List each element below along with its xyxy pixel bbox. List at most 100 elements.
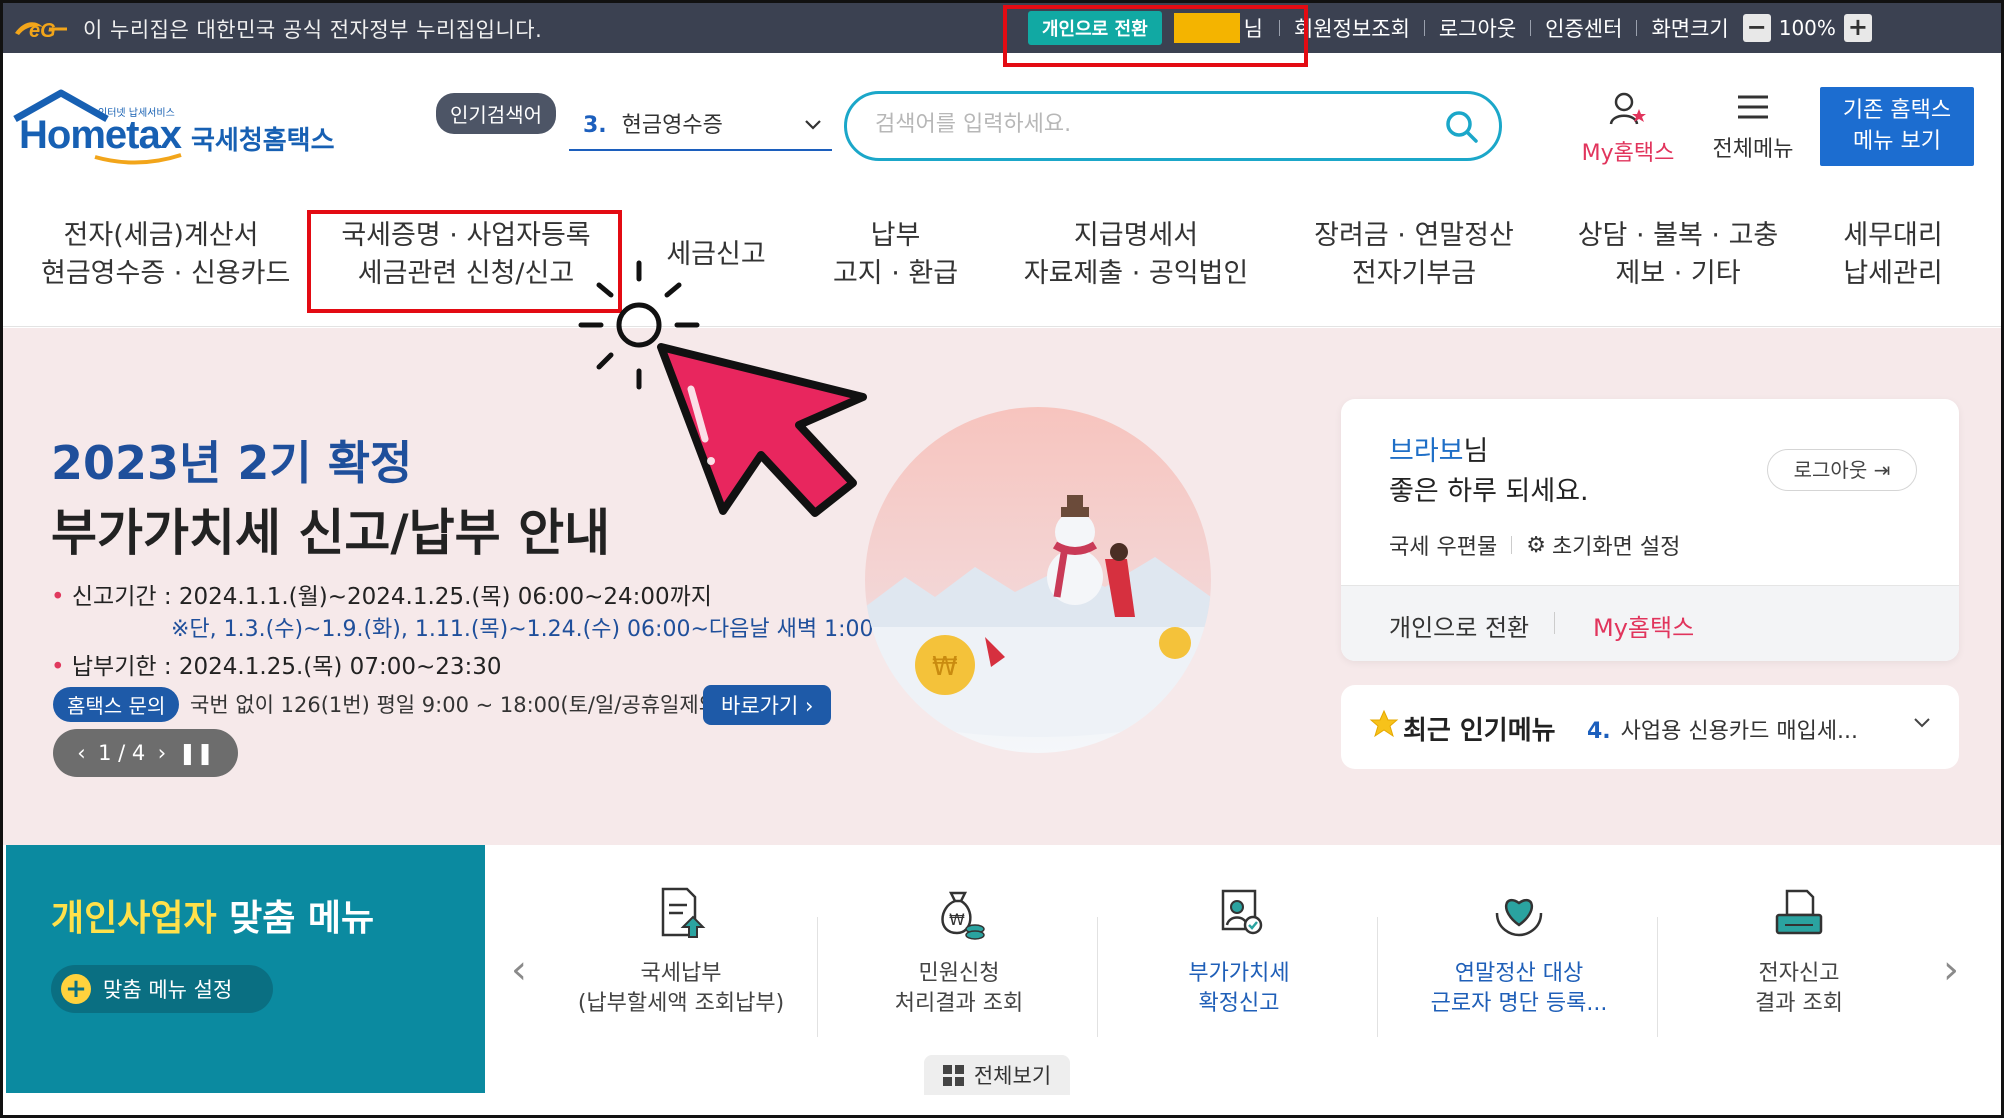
recent-menu-item: 4. 사업용 신용카드 매입세... bbox=[1587, 713, 1858, 745]
popular-rank: 3. bbox=[583, 113, 607, 138]
hometax-korean-name[interactable]: 국세청홈택스 bbox=[191, 120, 335, 157]
nav-statement-line1: 지급명세서 bbox=[1073, 220, 1199, 251]
hero-note: ※단, 1.3.(수)~1.9.(화), 1.11.(목)~1.24.(수) 0… bbox=[171, 617, 874, 642]
zoom-out-button[interactable]: − bbox=[1742, 14, 1771, 42]
nav-statement-line2: 자료제출 · 공익법인 bbox=[1023, 258, 1249, 289]
nav-consultation-line1: 상담 · 불복 · 고충 bbox=[1577, 220, 1779, 251]
screen-size-label: 화면크기 bbox=[1651, 17, 1729, 41]
all-menu-label: 전체메뉴 bbox=[1712, 137, 1794, 162]
nav-tax-agent[interactable]: 세무대리 납세관리 bbox=[1833, 217, 1953, 293]
view-all-button[interactable]: 전체보기 bbox=[924, 1055, 1070, 1095]
recent-popular-menu[interactable]: 최근 인기메뉴 4. 사업용 신용카드 매입세... bbox=[1341, 685, 1959, 769]
quick-item-tax-payment[interactable]: 국세납부 (납부할세액 조회납부) bbox=[541, 885, 821, 1019]
quick-item-line1: 부가가치세 bbox=[1188, 961, 1290, 986]
all-menu-button[interactable]: 전체메뉴 bbox=[1703, 91, 1803, 163]
business-menu-title-highlight: 개인사업자 bbox=[51, 898, 217, 939]
quick-item-line1: 국세납부 bbox=[640, 961, 722, 986]
card-actions: 개인으로 전환 My홈택스 bbox=[1341, 585, 1959, 661]
certificate-person-icon bbox=[1221, 889, 1263, 935]
pause-icon[interactable]: ❚❚ bbox=[179, 741, 214, 765]
quick-item-line2: 처리결과 조회 bbox=[894, 991, 1024, 1016]
card-links: 국세 우편물 ⚙ 초기화면 설정 bbox=[1389, 529, 1680, 561]
quick-item-line2: (납부할세액 조회납부) bbox=[577, 991, 785, 1016]
search-icon[interactable] bbox=[1445, 110, 1479, 144]
nav-payment-statement[interactable]: 지급명세서 자료제출 · 공익법인 bbox=[1023, 217, 1249, 293]
certificate-center-link[interactable]: 인증센터 bbox=[1531, 13, 1636, 43]
quick-item-line2: 확정신고 bbox=[1198, 991, 1280, 1016]
plus-icon: + bbox=[61, 974, 91, 1004]
banner-pager: ‹ 1 / 4 › ❚❚ bbox=[53, 729, 238, 777]
divider bbox=[1377, 917, 1378, 1037]
search-input[interactable] bbox=[875, 112, 1415, 137]
screen: eG 이 누리집은 대한민국 공식 전자정부 누리집입니다. 개인으로 전환 님… bbox=[0, 0, 2004, 1118]
nav-incentive-yearend[interactable]: 장려금 · 연말정산 전자기부금 bbox=[1309, 217, 1519, 293]
hero-title-line1: 2023년 2기 확정 bbox=[51, 436, 413, 490]
document-arrow-icon bbox=[661, 887, 706, 938]
winter-scene-image: ₩ bbox=[865, 495, 1211, 737]
quick-item-vat-filing[interactable]: 부가가치세 확정신고 bbox=[1099, 885, 1379, 1019]
go-shortcut-label: 바로가기 bbox=[721, 694, 799, 718]
quick-item-line1: 연말정산 대상 bbox=[1454, 961, 1584, 986]
card-my-hometax-link[interactable]: My홈택스 bbox=[1593, 608, 1694, 643]
nav-incentive-line2: 전자기부금 bbox=[1351, 258, 1477, 289]
quick-item-yearend-employees[interactable]: 연말정산 대상 근로자 명단 등록... bbox=[1379, 885, 1659, 1019]
recent-menu-text: 사업용 신용카드 매입세... bbox=[1620, 719, 1859, 744]
hamburger-menu-icon bbox=[1738, 95, 1768, 119]
quick-prev-arrow-icon[interactable]: ‹ bbox=[511, 947, 527, 993]
main-navigation: 전자(세금)계산서 현금영수증 · 신용카드 국세증명 · 사업자등록 세금관련… bbox=[3, 203, 2001, 327]
user-star-icon bbox=[1609, 92, 1646, 125]
quick-item-civil-request[interactable]: ₩ 민원신청 처리결과 조회 bbox=[819, 885, 1099, 1019]
my-hometax-button[interactable]: My홈택스 bbox=[1573, 91, 1683, 167]
user-greeting-name: 브라보님 bbox=[1389, 429, 1488, 468]
chevron-right-icon: › bbox=[804, 694, 814, 718]
hometax-inquiry-text: 국번 없이 126(1번) 평일 9:00 ~ 18:00(토/일/공휴일제외) bbox=[190, 693, 727, 717]
hometax-logo[interactable]: Hometax bbox=[19, 113, 182, 158]
user-greeting: 좋은 하루 되세요. bbox=[1389, 476, 1589, 507]
quick-next-arrow-icon[interactable]: › bbox=[1943, 947, 1959, 993]
card-switch-personal-link[interactable]: 개인으로 전환 bbox=[1389, 608, 1529, 643]
pointer-cursor-icon bbox=[578, 260, 867, 517]
legacy-menu-button[interactable]: 기존 홈택스 메뉴 보기 bbox=[1820, 87, 1974, 166]
next-slide-button[interactable]: › bbox=[158, 741, 166, 765]
card-logout-button[interactable]: 로그아웃 ⇥ bbox=[1767, 449, 1917, 491]
business-menu-title: 개인사업자 맞춤 메뉴 bbox=[51, 889, 374, 941]
divider bbox=[1657, 917, 1658, 1037]
hero-payment-deadline: • 납부기한 : 2024.1.25.(목) 07:00~23:30 bbox=[51, 654, 502, 680]
logo-swoosh-icon bbox=[94, 153, 182, 165]
reset-home-link[interactable]: 초기화면 설정 bbox=[1552, 529, 1680, 561]
slide-counter: 1 / 4 bbox=[98, 741, 146, 765]
go-shortcut-button[interactable]: 바로가기 › bbox=[703, 685, 832, 725]
nav-e-invoice[interactable]: 전자(세금)계산서 현금영수증 · 신용카드 bbox=[41, 217, 290, 293]
nav-consultation[interactable]: 상담 · 불복 · 고충 제보 · 기타 bbox=[1573, 217, 1783, 293]
view-all-label: 전체보기 bbox=[973, 1064, 1052, 1088]
chevron-down-icon bbox=[805, 120, 821, 130]
user-card: 브라보님 좋은 하루 되세요. 로그아웃 ⇥ 국세 우편물 ⚙ 초기화면 설정 … bbox=[1341, 399, 1959, 661]
separator bbox=[1511, 536, 1513, 554]
my-hometax-label: My홈택스 bbox=[1581, 141, 1675, 166]
zoom-in-button[interactable]: + bbox=[1843, 14, 1872, 42]
logout-link[interactable]: 로그아웃 bbox=[1425, 13, 1530, 43]
quick-item-e-filing-result[interactable]: 전자신고 결과 조회 bbox=[1659, 885, 1939, 1019]
hometax-inquiry-badge: 홈택스 문의 bbox=[53, 687, 180, 722]
zoom-level: 100% bbox=[1778, 16, 1836, 40]
popular-search-badge: 인기검색어 bbox=[436, 93, 556, 134]
separator bbox=[1554, 612, 1555, 634]
nav-tax-agent-line2: 납세관리 bbox=[1843, 258, 1943, 289]
quick-item-line1: 민원신청 bbox=[918, 961, 1000, 986]
tax-mail-link[interactable]: 국세 우편물 bbox=[1389, 529, 1497, 561]
prev-slide-button[interactable]: ‹ bbox=[77, 741, 85, 765]
gov-notice-text: 이 누리집은 대한민국 공식 전자정부 누리집입니다. bbox=[83, 18, 543, 42]
quick-item-label: 국세납부 (납부할세액 조회납부) bbox=[541, 959, 821, 1019]
quick-item-label: 연말정산 대상 근로자 명단 등록... bbox=[1379, 959, 1659, 1019]
chevron-down-icon[interactable] bbox=[1911, 711, 1933, 733]
hero-filing-period: • 신고기간 : 2024.1.1.(월)~2024.1.25.(목) 06:0… bbox=[51, 584, 712, 610]
divider bbox=[817, 917, 818, 1037]
card-logout-label: 로그아웃 bbox=[1793, 458, 1868, 482]
quick-item-line2: 결과 조회 bbox=[1755, 991, 1843, 1016]
popular-search-dropdown[interactable]: 3. 현금영수증 bbox=[569, 107, 832, 151]
search-box bbox=[844, 91, 1502, 161]
nav-incentive-line1: 장려금 · 연말정산 bbox=[1314, 220, 1514, 251]
e-government-logo-icon: eG bbox=[15, 20, 67, 41]
grid-icon bbox=[942, 1064, 964, 1086]
custom-menu-setting-button[interactable]: + 맞춤 메뉴 설정 bbox=[51, 965, 273, 1013]
